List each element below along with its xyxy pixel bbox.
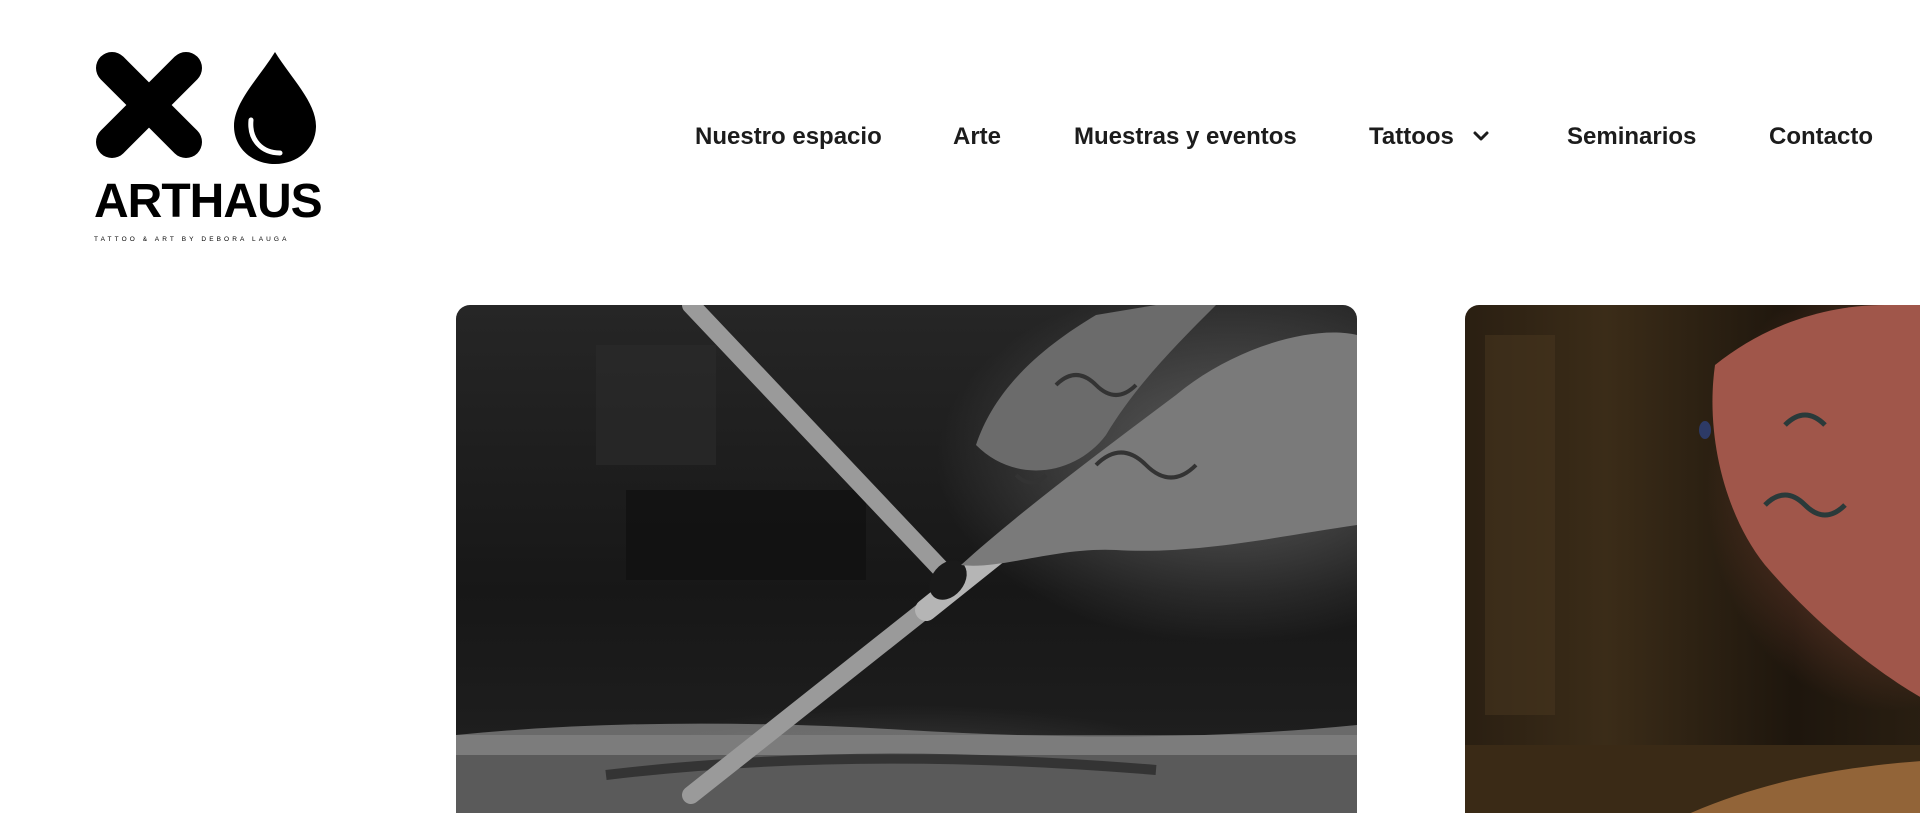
page: ARTHAUS TATTOO & ART BY DEBORA LAUGA Nue… <box>0 0 1920 813</box>
brand-name: ARTHAUS <box>94 175 323 228</box>
gallery-slide-bw[interactable] <box>456 305 1357 813</box>
brand-tagline: TATTOO & ART BY DEBORA LAUGA <box>94 236 290 243</box>
nav-item-muestras-y-eventos[interactable]: Muestras y eventos <box>1074 121 1297 153</box>
main-nav: Nuestro espacio Arte Muestras y eventos … <box>0 121 1920 153</box>
nav-item-arte[interactable]: Arte <box>953 121 1001 153</box>
gallery-slide-color[interactable] <box>1465 305 1920 813</box>
chevron-down-icon[interactable] <box>1471 128 1491 146</box>
slide-image <box>456 305 1357 813</box>
nav-item-nuestro-espacio[interactable]: Nuestro espacio <box>695 121 882 153</box>
nav-item-contacto[interactable]: Contacto <box>1769 121 1873 153</box>
nav-item-seminarios[interactable]: Seminarios <box>1567 121 1696 153</box>
nav-item-tattoos[interactable]: Tattoos <box>1369 121 1454 153</box>
slide-image <box>1465 305 1920 813</box>
